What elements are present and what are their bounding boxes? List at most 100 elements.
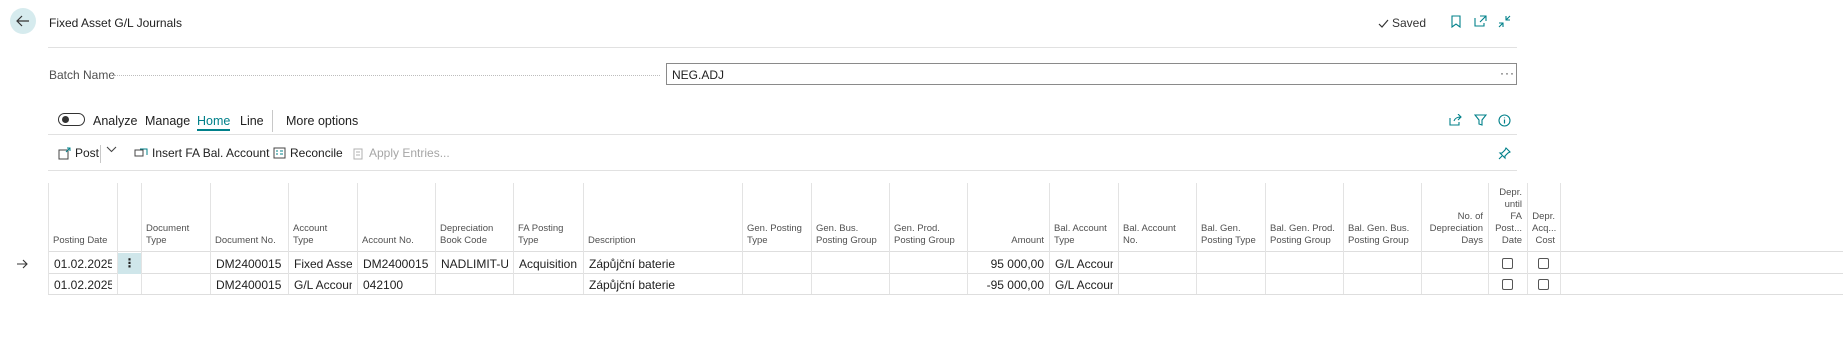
table-cell[interactable]: G/L Account [1055, 254, 1113, 274]
table-cell[interactable]: G/L Account [294, 275, 352, 295]
column-header[interactable]: Gen. Bus. Posting Group [816, 223, 884, 247]
table-cell[interactable] [441, 275, 508, 295]
tab-home[interactable]: Home [197, 114, 231, 131]
column-header[interactable]: FA Posting Type [518, 223, 578, 247]
row-checkbox[interactable] [1502, 279, 1513, 290]
table-cell[interactable]: G/L Account [1055, 275, 1113, 295]
arrow-left-icon [16, 15, 29, 27]
table-cell[interactable]: DM2400015 [216, 254, 283, 274]
column-header[interactable]: Depr. Acq... Cost [1532, 211, 1557, 247]
table-cell[interactable]: -95 000,00 [973, 275, 1044, 295]
row-checkbox[interactable] [1502, 258, 1513, 269]
column-header-line: Date [1501, 235, 1522, 246]
column-header-line: until [1504, 199, 1522, 210]
column-header[interactable]: Bal. Gen. Bus. Posting Group [1348, 223, 1416, 247]
table-cell[interactable] [147, 254, 205, 274]
tab-more-options[interactable]: More options [286, 114, 358, 128]
column-header[interactable]: Depreciation Book Code [440, 223, 508, 247]
column-header[interactable]: Bal. Account Type [1054, 223, 1113, 247]
column-header[interactable]: Amount [972, 235, 1044, 247]
bookmark-icon[interactable] [1448, 13, 1464, 29]
batch-name-lookup-button[interactable]: ··· [1500, 66, 1515, 80]
column-header-line: Type [1054, 235, 1075, 246]
chevron-down-icon [106, 146, 117, 153]
table-cell[interactable]: Zápůjční baterie [589, 254, 737, 274]
post-dropdown-button[interactable] [106, 146, 117, 153]
column-header[interactable]: Bal. Account No. [1123, 223, 1191, 247]
table-cell[interactable]: 95 000,00 [973, 254, 1044, 274]
open-in-new-window-icon[interactable] [1472, 13, 1488, 29]
column-header-line: Document No. [215, 235, 276, 246]
column-header[interactable]: Depr. until FA Post... Date [1493, 187, 1522, 247]
back-button[interactable] [10, 8, 36, 34]
row-checkbox[interactable] [1538, 279, 1549, 290]
table-cell[interactable] [895, 275, 962, 295]
column-header[interactable]: No. of Depreciation Days [1426, 211, 1483, 247]
table-cell[interactable] [895, 254, 962, 274]
column-header[interactable]: Account Type [293, 223, 352, 247]
info-icon[interactable] [1496, 112, 1512, 128]
column-header[interactable]: Posting Date [53, 235, 112, 247]
table-cell[interactable] [1427, 275, 1483, 295]
row-checkbox[interactable] [1538, 258, 1549, 269]
column-header-line: Acq... [1532, 223, 1557, 234]
insert-fa-bal-account-button[interactable]: Insert FA Bal. Account [134, 146, 269, 160]
table-cell[interactable] [817, 275, 884, 295]
column-header-line: Depreciation [440, 223, 494, 234]
table-cell[interactable]: Zápůjční baterie [589, 275, 737, 295]
post-label: Post [75, 146, 100, 160]
table-cell[interactable]: NADLIMIT-U [441, 254, 508, 274]
post-split-separator [100, 145, 101, 163]
column-header-line: Gen. Bus. [816, 223, 859, 234]
filter-icon[interactable] [1472, 112, 1488, 128]
table-cell[interactable] [1271, 254, 1338, 274]
table-cell[interactable] [748, 275, 806, 295]
column-header[interactable]: Account No. [362, 235, 430, 247]
tab-manage[interactable]: Manage [145, 114, 190, 128]
share-icon[interactable] [1447, 112, 1463, 128]
pin-icon[interactable] [1496, 145, 1512, 161]
post-button[interactable]: Post [58, 146, 99, 160]
column-header[interactable]: Document Type [146, 223, 205, 247]
collapse-icon[interactable] [1496, 13, 1512, 29]
table-cell[interactable]: DM2400015 [363, 254, 430, 274]
column-header-line: Type [293, 235, 314, 246]
column-header[interactable]: Bal. Gen. Posting Type [1201, 223, 1260, 247]
table-cell[interactable]: DM2400015 [216, 275, 283, 295]
column-header[interactable]: Gen. Prod. Posting Group [894, 223, 962, 247]
tab-analyze[interactable]: Analyze [93, 114, 137, 128]
table-cell[interactable] [1349, 254, 1416, 274]
table-cell[interactable] [817, 254, 884, 274]
table-cell[interactable] [1202, 254, 1260, 274]
row-actions-button[interactable]: ⋮ [118, 253, 141, 274]
table-cell[interactable] [147, 275, 205, 295]
table-row[interactable]: 01.02.2025 DM2400015 G/L Account 042100 Zápů… [0, 275, 1843, 295]
post-icon [58, 147, 71, 159]
column-header[interactable]: Document No. [215, 235, 283, 247]
table-cell[interactable] [1202, 275, 1260, 295]
table-cell[interactable] [1271, 275, 1338, 295]
table-cell[interactable]: Fixed Asset [294, 254, 352, 274]
tab-line[interactable]: Line [240, 114, 264, 128]
table-row[interactable]: ⋮ 01.02.2025 DM2400015 Fixed Asset DM2400015… [0, 253, 1843, 274]
table-cell[interactable] [1349, 275, 1416, 295]
column-header[interactable]: Gen. Posting Type [747, 223, 806, 247]
batch-name-leader [110, 75, 660, 76]
table-cell[interactable]: Acquisition... [519, 254, 578, 274]
table-cell[interactable] [748, 254, 806, 274]
column-header-line: Depr. [1532, 211, 1555, 222]
table-cell[interactable]: 042100 [363, 275, 430, 295]
analyze-toggle[interactable] [58, 113, 85, 126]
batch-name-field[interactable]: NEG.ADJ [666, 63, 1517, 85]
grid-row-line [48, 251, 1843, 252]
column-header-line: Bal. Gen. Prod. [1270, 223, 1335, 234]
table-cell[interactable] [1124, 275, 1191, 295]
reconcile-button[interactable]: Reconcile [273, 146, 343, 160]
table-cell[interactable]: 01.02.2025 [54, 275, 112, 295]
column-header[interactable]: Bal. Gen. Prod. Posting Group [1270, 223, 1338, 247]
table-cell[interactable] [1427, 254, 1483, 274]
table-cell[interactable] [1124, 254, 1191, 274]
column-header[interactable]: Description [588, 235, 737, 247]
table-cell[interactable]: 01.02.2025 [54, 254, 112, 274]
table-cell[interactable] [519, 275, 578, 295]
